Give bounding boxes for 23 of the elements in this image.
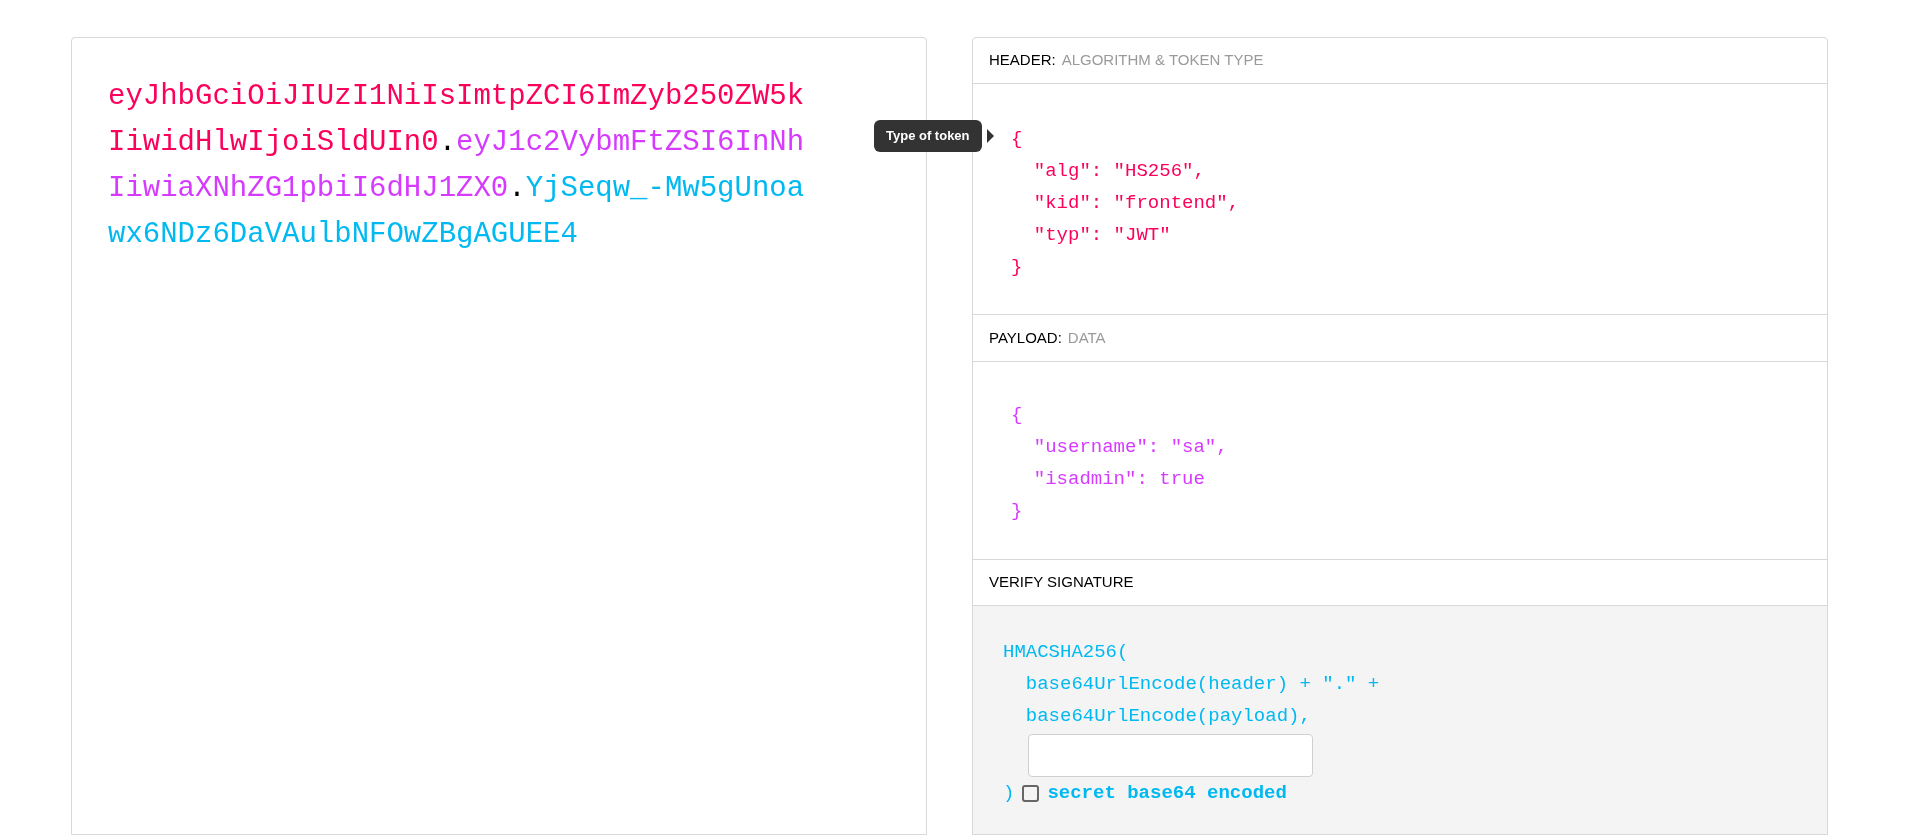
code-line: "isadmin": true	[1032, 467, 1206, 492]
tooltip: Type of token	[874, 120, 982, 152]
code-line: }	[1011, 255, 1024, 280]
section-title: PAYLOAD:	[989, 327, 1062, 348]
code-line: {	[1011, 127, 1024, 152]
code-line: "kid": "frontend",	[1032, 191, 1241, 216]
code-line: }	[1011, 499, 1024, 524]
tooltip-pointer-icon	[987, 129, 994, 143]
encoded-token[interactable]: eyJhbGciOiJIUzI1NiIsImtpZCI6ImZyb250ZW5kIiwidHlwIjoiSldUIn0.eyJ1c2VybmFtZSI6InNhIiwiaXNhZG1pbiI6dHJ1ZX0.YjSeqw_-Mw5gUnoawx6NDz6DaVAulbNFOwZBgAGUEE4	[108, 74, 808, 258]
section-title: HEADER:	[989, 50, 1056, 71]
section-title: VERIFY SIGNATURE	[989, 572, 1134, 593]
code-line: "username": "sa",	[1032, 435, 1229, 460]
code-line: "typ": "JWT"	[1032, 223, 1172, 248]
section-subtitle: ALGORITHM & TOKEN TYPE	[1061, 50, 1264, 71]
code-line: )	[1003, 781, 1015, 806]
code-line: HMACSHA256(	[1003, 640, 1130, 665]
code-line: {	[1011, 403, 1024, 428]
code-line: "alg": "HS256",	[1032, 159, 1206, 184]
secret-input-field[interactable]	[1028, 734, 1313, 777]
section-subtitle: DATA	[1067, 327, 1106, 348]
code-line: base64UrlEncode(header) + "." +	[1024, 672, 1381, 697]
code-line: base64UrlEncode(payload),	[1024, 704, 1312, 729]
checkbox[interactable]	[1022, 784, 1040, 802]
